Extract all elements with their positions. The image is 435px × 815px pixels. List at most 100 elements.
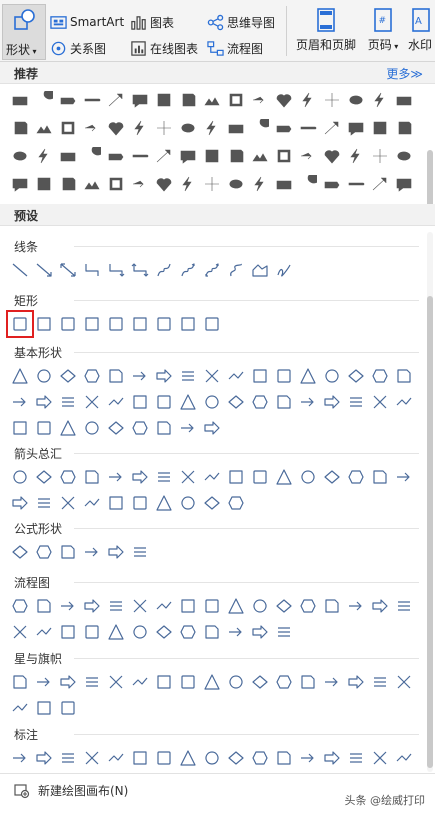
- shape-basic[interactable]: [104, 416, 128, 440]
- recommended-shape[interactable]: [272, 116, 296, 140]
- shape-arrows[interactable]: [128, 465, 152, 489]
- shape-formula[interactable]: [80, 540, 104, 564]
- shape-stars[interactable]: [272, 670, 296, 694]
- shape-basic[interactable]: [56, 364, 80, 388]
- shape-basic[interactable]: [392, 364, 416, 388]
- shape-basic[interactable]: [200, 390, 224, 414]
- recommended-shape[interactable]: [248, 144, 272, 168]
- shape-lines[interactable]: [56, 258, 80, 282]
- page-number-button[interactable]: # 页码 ▾: [364, 8, 402, 60]
- shape-callouts[interactable]: [104, 746, 128, 770]
- shape-arrows[interactable]: [224, 491, 248, 515]
- recommended-shape[interactable]: [248, 172, 272, 196]
- shape-flow[interactable]: [152, 594, 176, 618]
- shape-basic[interactable]: [32, 416, 56, 440]
- recommended-shape[interactable]: [152, 116, 176, 140]
- shape-flow[interactable]: [344, 594, 368, 618]
- shape-callouts[interactable]: [296, 746, 320, 770]
- shape-arrows[interactable]: [200, 465, 224, 489]
- shape-stars[interactable]: [344, 670, 368, 694]
- recommended-shape[interactable]: [80, 144, 104, 168]
- recommended-shape[interactable]: [176, 116, 200, 140]
- recommended-shape[interactable]: [344, 116, 368, 140]
- shape-arrows[interactable]: [296, 465, 320, 489]
- shape-flow[interactable]: [200, 594, 224, 618]
- shape-callouts[interactable]: [368, 746, 392, 770]
- shape-callouts[interactable]: [32, 746, 56, 770]
- shape-stars[interactable]: [200, 670, 224, 694]
- recommended-shape[interactable]: [200, 88, 224, 112]
- shape-arrows[interactable]: [392, 465, 416, 489]
- shape-basic[interactable]: [272, 390, 296, 414]
- shape-lines[interactable]: [32, 258, 56, 282]
- shape-arrows[interactable]: [128, 491, 152, 515]
- shape-basic[interactable]: [368, 390, 392, 414]
- shape-basic[interactable]: [248, 364, 272, 388]
- shape-formula[interactable]: [56, 540, 80, 564]
- shape-formula[interactable]: [8, 540, 32, 564]
- shape-basic[interactable]: [176, 416, 200, 440]
- shape-stars[interactable]: [32, 696, 56, 720]
- shape-callouts[interactable]: [272, 746, 296, 770]
- shape-basic[interactable]: [320, 364, 344, 388]
- shape-rect[interactable]: [128, 312, 152, 336]
- shape-stars[interactable]: [104, 670, 128, 694]
- shape-rect[interactable]: [6, 310, 34, 338]
- shape-flow[interactable]: [56, 620, 80, 644]
- recommended-shape[interactable]: [344, 88, 368, 112]
- recommended-shape[interactable]: [296, 88, 320, 112]
- shape-arrows[interactable]: [248, 465, 272, 489]
- shape-basic[interactable]: [296, 364, 320, 388]
- recommended-shape[interactable]: [128, 88, 152, 112]
- shape-rect[interactable]: [200, 312, 224, 336]
- shape-arrows[interactable]: [344, 465, 368, 489]
- recommended-shape[interactable]: [152, 172, 176, 196]
- recommended-shape[interactable]: [32, 172, 56, 196]
- shape-arrows[interactable]: [152, 491, 176, 515]
- shape-flow[interactable]: [224, 620, 248, 644]
- shape-arrows[interactable]: [272, 465, 296, 489]
- shape-formula[interactable]: [32, 540, 56, 564]
- recommended-shape[interactable]: [368, 172, 392, 196]
- shape-flow[interactable]: [176, 620, 200, 644]
- shape-lines[interactable]: [200, 258, 224, 282]
- recommended-shape[interactable]: [104, 144, 128, 168]
- recommended-shape[interactable]: [80, 116, 104, 140]
- shape-arrows[interactable]: [224, 465, 248, 489]
- shape-stars[interactable]: [320, 670, 344, 694]
- shape-arrows[interactable]: [200, 491, 224, 515]
- shape-arrows[interactable]: [8, 465, 32, 489]
- preset-scrollbar-thumb[interactable]: [427, 296, 433, 768]
- shape-stars[interactable]: [8, 696, 32, 720]
- shape-lines[interactable]: [152, 258, 176, 282]
- recommended-shape[interactable]: [8, 88, 32, 112]
- shape-flow[interactable]: [128, 594, 152, 618]
- recommended-shape[interactable]: [320, 116, 344, 140]
- shape-arrows[interactable]: [320, 465, 344, 489]
- shape-basic[interactable]: [128, 416, 152, 440]
- shape-flow[interactable]: [32, 594, 56, 618]
- recommended-shape[interactable]: [248, 116, 272, 140]
- shape-callouts[interactable]: [392, 746, 416, 770]
- shape-callouts[interactable]: [176, 746, 200, 770]
- recommended-shape[interactable]: [344, 144, 368, 168]
- recommended-shape[interactable]: [320, 144, 344, 168]
- shape-stars[interactable]: [392, 670, 416, 694]
- recommended-shape[interactable]: [224, 88, 248, 112]
- shape-basic[interactable]: [344, 390, 368, 414]
- shape-flow[interactable]: [248, 620, 272, 644]
- recommended-shape[interactable]: [176, 144, 200, 168]
- shape-lines[interactable]: [248, 258, 272, 282]
- shape-lines[interactable]: [224, 258, 248, 282]
- recommended-shape[interactable]: [8, 172, 32, 196]
- shape-basic[interactable]: [176, 390, 200, 414]
- smartart-button[interactable]: SmartArt: [50, 12, 124, 32]
- shape-flow[interactable]: [8, 620, 32, 644]
- recommended-shape[interactable]: [56, 144, 80, 168]
- shape-basic[interactable]: [80, 416, 104, 440]
- shape-stars[interactable]: [176, 670, 200, 694]
- recommended-shape[interactable]: [32, 116, 56, 140]
- shape-basic[interactable]: [80, 390, 104, 414]
- recommended-shape[interactable]: [200, 144, 224, 168]
- recommended-shape[interactable]: [176, 88, 200, 112]
